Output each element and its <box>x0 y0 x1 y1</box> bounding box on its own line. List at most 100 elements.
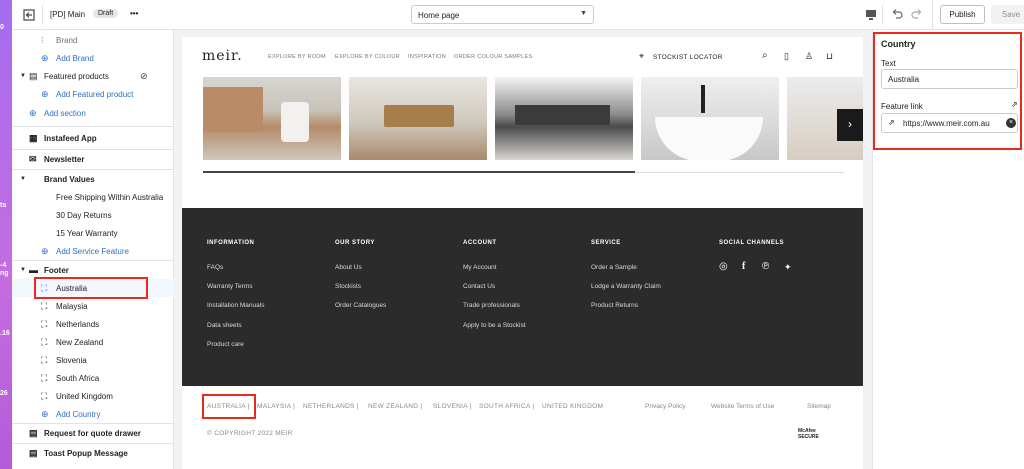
strip-label: -4 <box>0 262 7 269</box>
add-service-feature-button[interactable]: ⊕ Add Service Feature <box>12 242 174 260</box>
redo-icon[interactable] <box>910 7 924 21</box>
sidebar-item-country[interactable]: ⛶ Malaysia <box>12 297 174 315</box>
add-section-button[interactable]: ⊕ Add section <box>12 104 174 122</box>
eye-hidden-icon[interactable]: ⊘ <box>140 71 148 82</box>
country-link[interactable]: SLOVENIA | <box>433 403 472 410</box>
highlight-box <box>34 277 148 299</box>
sidebar-item-country[interactable]: ⛶ Netherlands <box>12 315 174 333</box>
footer-link[interactable]: My Account <box>463 264 497 271</box>
sidebar-item-brand-value[interactable]: 15 Year Warranty <box>12 224 174 242</box>
sidebar-item-label: New Zealand <box>56 337 104 347</box>
sidebar-item-label: Slovenia <box>56 355 87 365</box>
sidebar-item-country[interactable]: ⛶ South Africa <box>12 369 174 387</box>
footer-link[interactable]: Lodge a Warranty Claim <box>591 283 661 290</box>
more-actions-button[interactable]: ••• <box>130 9 138 18</box>
sidebar-item-brand[interactable]: ⁞ Brand <box>12 31 174 49</box>
pinterest-icon[interactable]: ℗ <box>762 261 769 272</box>
save-button[interactable]: Save <box>991 5 1024 24</box>
sidebar-item-country[interactable]: ⛶ Slovenia <box>12 351 174 369</box>
footer-link[interactable]: Stockists <box>335 283 361 290</box>
sidebar-item-brand-value[interactable]: 30 Day Returns <box>12 206 174 224</box>
footer-link[interactable]: FAQs <box>207 264 223 271</box>
add-featured-product-button[interactable]: ⊕ Add Featured product <box>12 85 174 103</box>
footer-link[interactable]: Product Returns <box>591 302 638 309</box>
footer-link[interactable]: Order Catalogues <box>335 302 386 309</box>
carousel-next-button[interactable]: › <box>837 109 863 141</box>
theme-name: [PD] Main <box>50 10 86 19</box>
caret-down-icon: ▼ <box>20 267 26 273</box>
sidebar-item-newsletter[interactable]: ✉ Newsletter <box>12 150 174 168</box>
sidebar-item-label: Netherlands <box>56 319 100 329</box>
footer-link[interactable]: Trade professionals <box>463 302 520 309</box>
footer-link[interactable]: Contact Us <box>463 283 495 290</box>
undo-icon[interactable] <box>890 7 904 21</box>
clear-icon[interactable]: × <box>1006 118 1016 128</box>
text-field[interactable]: Australia <box>881 69 1018 89</box>
sitemap-link[interactable]: Sitemap <box>807 403 831 410</box>
terms-link[interactable]: Website Terms of Use <box>711 403 774 410</box>
add-country-button[interactable]: ⊕ Add Country <box>12 405 174 423</box>
product-image-basin[interactable] <box>641 77 779 160</box>
nav-link[interactable]: INSPIRATION <box>408 54 446 60</box>
nav-link[interactable]: ORDER COLOUR SAMPLES <box>454 54 532 60</box>
privacy-policy-link[interactable]: Privacy Policy <box>645 403 685 410</box>
strip-label: ng <box>0 270 9 277</box>
page-select-value: Home page <box>418 11 460 20</box>
desktop-view-icon[interactable] <box>864 8 878 22</box>
footer-link[interactable]: Warranty Terms <box>207 283 253 290</box>
footer-link[interactable]: Order a Sample <box>591 264 637 271</box>
product-image-sink-marble[interactable] <box>495 77 633 160</box>
add-brand-button[interactable]: ⊕ Add Brand <box>12 49 174 67</box>
country-link[interactable]: NETHERLANDS | <box>303 403 359 410</box>
footer-link[interactable]: Apply to be a Stockist <box>463 322 526 329</box>
twitter-icon[interactable]: ✦ <box>784 262 792 273</box>
sections-sidebar: ⁞ Brand ⊕ Add Brand ▼ ▤ Featured product… <box>12 30 174 469</box>
external-link-icon[interactable]: ⇗ <box>1011 100 1018 109</box>
account-icon[interactable]: ♙ <box>805 51 813 62</box>
product-image-sink-brass[interactable] <box>349 77 487 160</box>
country-link[interactable]: MALAYSIA | <box>257 403 295 410</box>
sidebar-item-label: Add Country <box>56 409 101 419</box>
nav-link[interactable]: EXPLORE BY ROOM <box>268 54 326 60</box>
mcafee-badge-text: SECURE <box>798 434 819 440</box>
instagram-icon[interactable]: ◎ <box>719 261 728 272</box>
panel-heading: Country <box>881 39 916 49</box>
sidebar-item-brand-values[interactable]: ▼ Brand Values <box>12 170 174 188</box>
product-image-vanity[interactable] <box>203 77 341 160</box>
sidebar-item-label: South Africa <box>56 373 100 383</box>
mcafee-badge: McAfee SECURE <box>798 428 834 442</box>
page-select[interactable]: Home page ▼ <box>411 5 594 24</box>
status-badge: Draft <box>93 9 119 18</box>
nav-link[interactable]: EXPLORE BY COLOUR <box>335 54 400 60</box>
sidebar-item-featured-products[interactable]: ▼ ▤ Featured products ⊘ <box>12 67 174 85</box>
sidebar-item-brand-value[interactable]: Free Shipping Within Australia <box>12 188 174 206</box>
footer-link[interactable]: About Us <box>335 264 362 271</box>
plus-circle-icon: ⊕ <box>41 408 49 419</box>
search-icon[interactable]: ⌕ <box>762 50 768 61</box>
stockist-locator-link[interactable]: STOCKIST LOCATOR <box>653 54 723 61</box>
footer-link[interactable]: Product care <box>207 341 244 348</box>
sidebar-item-instafeed[interactable]: ▦ Instafeed App <box>12 129 174 147</box>
publish-button[interactable]: Publish <box>940 5 985 24</box>
sidebar-item-country[interactable]: ⛶ United Kingdom <box>12 387 174 405</box>
copyright-text: © COPYRIGHT 2022 MEIR <box>207 430 293 437</box>
sidebar-item-label: Malaysia <box>56 301 88 311</box>
cart-icon[interactable]: ⊔ <box>826 51 833 62</box>
store-logo[interactable]: meir. <box>202 48 243 64</box>
country-link[interactable]: UNITED KINGDOM <box>542 403 603 410</box>
footer-link[interactable]: Installation Manuals <box>207 302 264 309</box>
facebook-icon[interactable]: f <box>742 261 745 272</box>
link-icon: ⇗ <box>888 118 895 127</box>
block-icon: ⛶ <box>41 390 48 401</box>
sidebar-item-label: Toast Popup Message <box>44 448 128 458</box>
exit-icon[interactable] <box>22 8 36 22</box>
feature-link-field[interactable]: ⇗ https://www.meir.com.au × <box>881 113 1018 133</box>
sidebar-item-country[interactable]: ⛶ New Zealand <box>12 333 174 351</box>
document-icon[interactable]: ▯ <box>784 51 789 62</box>
footer-link[interactable]: Data sheets <box>207 322 242 329</box>
sidebar-item-toast-popup[interactable]: ▤ Toast Popup Message <box>12 444 174 462</box>
store-preview: meir. EXPLORE BY ROOM EXPLORE BY COLOUR … <box>182 37 863 469</box>
sidebar-item-request-quote[interactable]: ▤ Request for quote drawer <box>12 424 174 442</box>
country-link[interactable]: NEW ZEALAND | <box>368 403 422 410</box>
country-link[interactable]: SOUTH AFRICA | <box>479 403 534 410</box>
